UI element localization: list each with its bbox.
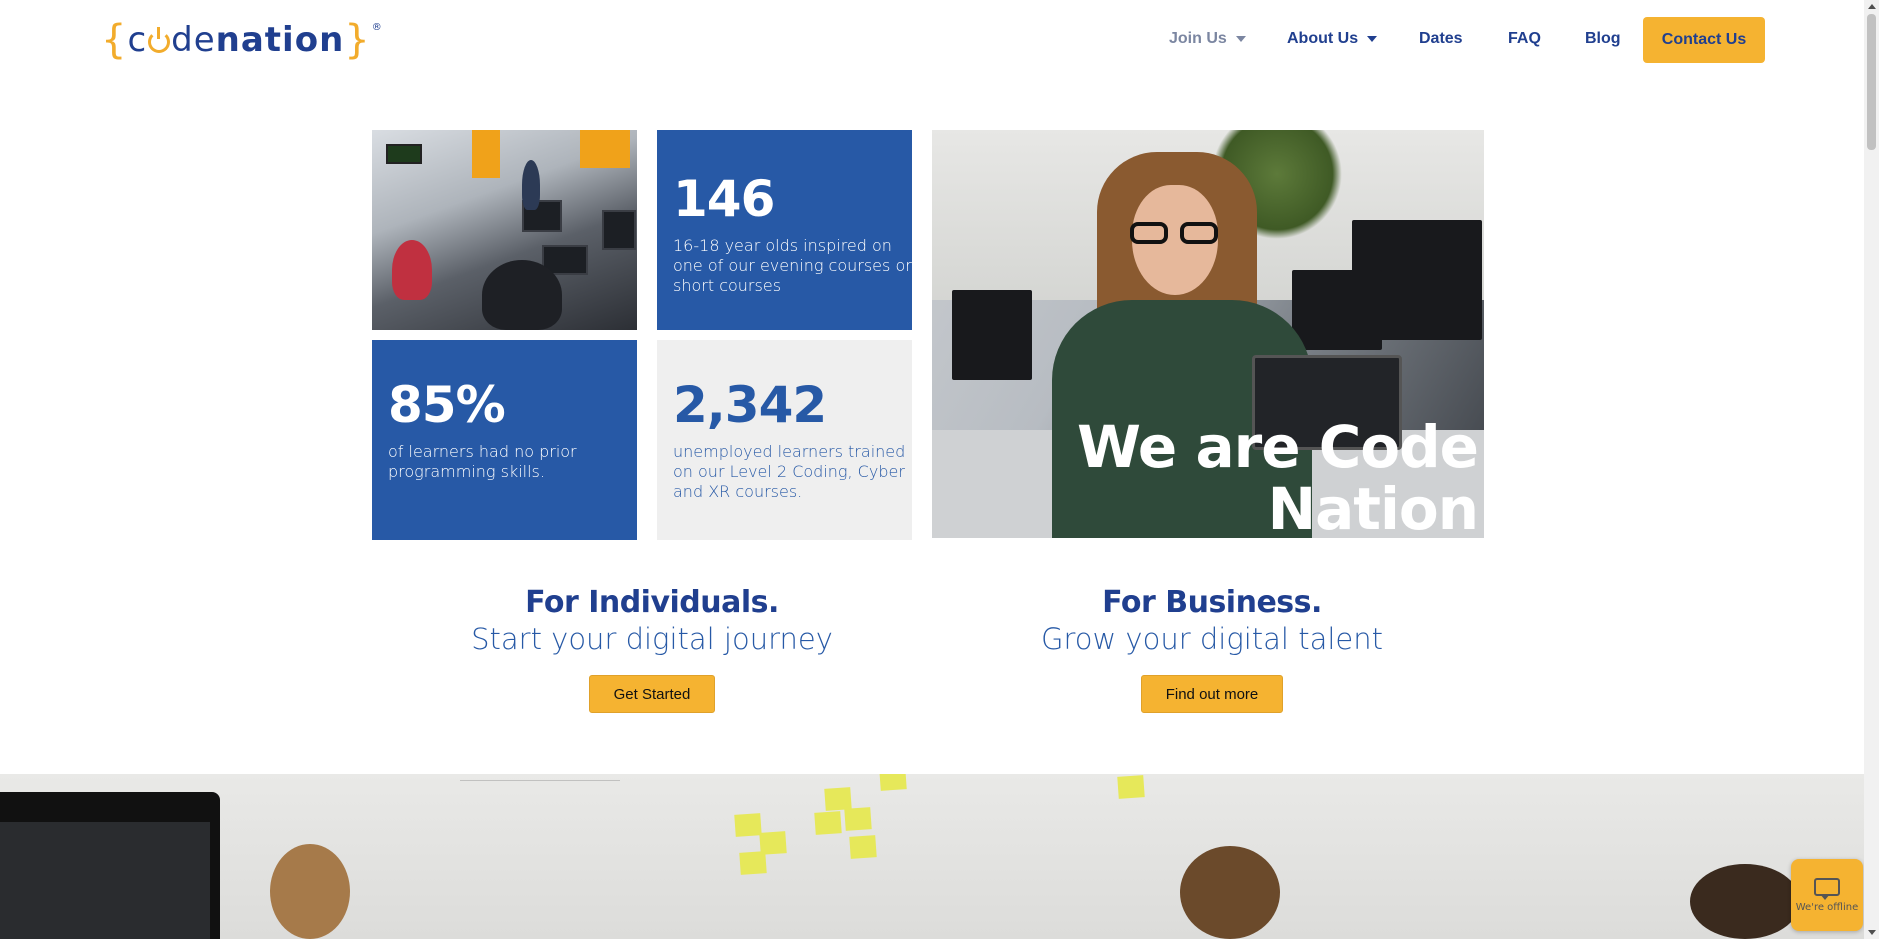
student	[392, 240, 432, 300]
nav-about-us-label: About Us	[1287, 30, 1359, 47]
contact-us-button[interactable]: Contact Us	[1643, 17, 1765, 63]
classroom-photo	[372, 130, 637, 330]
instructor	[522, 160, 540, 210]
monitor	[1292, 270, 1382, 350]
business-section: For Business. Grow your digital talent F…	[1012, 585, 1412, 713]
student	[482, 260, 562, 330]
hero-photo: We are Code Nation	[932, 130, 1484, 538]
nav-join-us[interactable]: Join Us	[1169, 30, 1246, 48]
nav-dates[interactable]: Dates	[1419, 30, 1463, 48]
find-out-more-button[interactable]: Find out more	[1140, 675, 1284, 713]
scroll-up-icon[interactable]	[1868, 4, 1876, 9]
monitor	[602, 210, 636, 250]
whiteboard-writing	[460, 780, 620, 820]
stat-tile-85: 85% of learners had no prior programming…	[372, 340, 637, 540]
logo-code-c: c	[127, 20, 148, 60]
monitor	[0, 792, 220, 939]
stat-tile-146: 146 16-18 year olds inspired on one of o…	[657, 130, 912, 330]
sticky-note	[739, 851, 767, 875]
individuals-subheading: Start your digital journey	[471, 622, 833, 656]
window-blind	[472, 130, 500, 178]
chat-widget[interactable]: We're offline	[1791, 859, 1863, 931]
team-photo	[0, 774, 1864, 939]
person-head	[1180, 846, 1280, 939]
get-started-button[interactable]: Get Started	[588, 675, 716, 713]
sticky-note	[824, 787, 852, 811]
site-header: { c de nation } ® Join Us About Us Dates…	[0, 0, 1864, 80]
stat-description: of learners had no prior programming ski…	[388, 442, 577, 481]
logo-registered-mark: ®	[371, 22, 383, 33]
sticky-note	[879, 774, 907, 791]
logo-brace-open: {	[101, 17, 128, 63]
logo-brace-close: }	[344, 17, 371, 63]
chat-bubble-icon	[1814, 877, 1840, 900]
glasses	[1130, 222, 1222, 244]
window-blind	[580, 130, 630, 168]
nav-blog[interactable]: Blog	[1585, 30, 1621, 48]
person-head	[1690, 864, 1800, 939]
stat-description: 16-18 year olds inspired on one of our e…	[673, 236, 912, 295]
hero-line-1: We are Code	[1077, 413, 1479, 481]
page-scrollbar[interactable]	[1864, 0, 1879, 939]
chat-status: We're offline	[1795, 901, 1859, 913]
stat-description: unemployed learners trained on our Level…	[673, 442, 906, 501]
codenation-logo[interactable]: { c de nation } ®	[101, 17, 383, 63]
power-icon	[148, 27, 171, 53]
hero-line-2: Nation	[1267, 475, 1479, 538]
stat-number: 2,342	[673, 376, 827, 434]
wall-screen	[386, 144, 422, 164]
nav-faq[interactable]: FAQ	[1508, 30, 1541, 48]
individuals-heading: For Individuals.	[525, 585, 779, 620]
logo-nation: nation	[215, 20, 345, 60]
business-heading: For Business.	[1102, 585, 1322, 620]
individuals-section: For Individuals. Start your digital jour…	[452, 585, 852, 713]
sticky-note	[814, 811, 842, 835]
chevron-down-icon	[1235, 36, 1246, 42]
stat-number: 146	[673, 170, 775, 228]
hero-overlay-text: We are Code Nation	[1077, 413, 1479, 538]
logo-code-rest: de	[171, 20, 216, 60]
stat-number: 85%	[388, 376, 506, 434]
scroll-down-icon[interactable]	[1868, 930, 1876, 935]
nav-join-us-label: Join Us	[1169, 30, 1227, 47]
chevron-down-icon	[1367, 36, 1378, 42]
sticky-note	[844, 807, 872, 831]
sticky-note	[1117, 775, 1145, 799]
stat-tile-2342: 2,342 unemployed learners trained on our…	[657, 340, 912, 540]
person-head	[270, 844, 350, 939]
sticky-note	[734, 813, 762, 837]
scrollbar-thumb[interactable]	[1867, 14, 1876, 150]
business-subheading: Grow your digital talent	[1041, 622, 1383, 656]
monitor	[952, 290, 1032, 380]
sticky-note	[849, 835, 877, 859]
nav-about-us[interactable]: About Us	[1287, 30, 1378, 48]
